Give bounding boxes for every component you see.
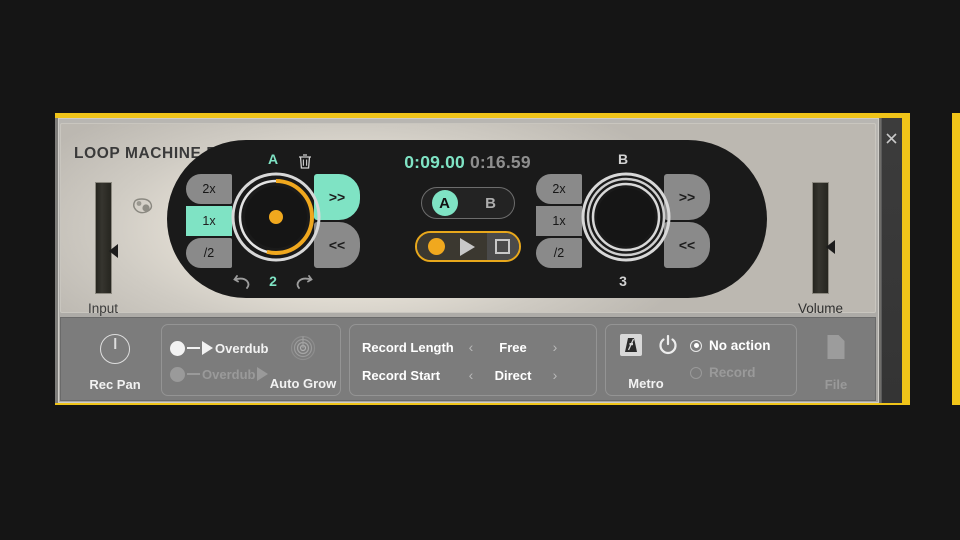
record-length-row: Record Length ‹ Free ›	[362, 333, 586, 361]
metro-radio-group: No action Record	[690, 332, 771, 386]
volume-fader-thumb[interactable]	[826, 240, 836, 255]
loop-wheel-b-label: B	[617, 151, 629, 167]
metro-label: Metro	[628, 376, 664, 391]
power-icon[interactable]	[656, 333, 680, 357]
overdub-label-2: Overdub	[202, 366, 256, 382]
metro-option-record[interactable]: Record	[690, 359, 771, 386]
stop-button[interactable]	[495, 239, 511, 254]
input-fader[interactable]: Input	[88, 182, 118, 316]
metro-section: Metro No action Record	[605, 324, 797, 396]
record-length-label: Record Length	[362, 339, 454, 355]
overdub-group: Overdub Overdub Auto Grow	[161, 324, 341, 396]
input-fader-track[interactable]	[94, 182, 118, 294]
target-icon[interactable]	[290, 335, 316, 361]
loop-count-a: 2	[269, 273, 277, 289]
link-icon[interactable]	[131, 196, 155, 216]
overdub-section: Overdub Overdub Auto Grow	[161, 324, 341, 396]
rec-pan-section[interactable]: Rec Pan	[77, 324, 153, 396]
loop-wheel-a-footer: 2	[179, 273, 367, 289]
transport-right-group	[487, 233, 519, 260]
bottom-control-bar: Rec Pan Overdub Overdub Auto Grow Record…	[60, 317, 876, 401]
loop-count-b: 3	[619, 273, 627, 289]
jog-dial-b[interactable]	[578, 169, 674, 265]
overdub-arrow-1	[202, 341, 213, 355]
input-fader-label: Input	[88, 301, 119, 316]
record-start-label: Record Start	[362, 367, 441, 383]
ratio-2x-b[interactable]: 2x	[535, 173, 583, 205]
radio-no-action[interactable]	[690, 339, 702, 352]
plugin-side-strip	[881, 118, 902, 403]
ab-toggle[interactable]: A B	[420, 187, 515, 219]
trash-icon[interactable]	[297, 153, 313, 170]
loop-console: A 2x 1x /2 >> << 2 0:09.00 0:16.59 A B B…	[167, 140, 767, 298]
transport-left-group	[416, 233, 488, 260]
record-start-row: Record Start ‹ Direct ›	[362, 361, 586, 389]
ab-option-a[interactable]: A	[422, 188, 468, 218]
ratio-1x-b[interactable]: 1x	[535, 205, 583, 237]
ratio-1x-a[interactable]: 1x	[185, 205, 233, 237]
ratio-half-b[interactable]: /2	[535, 237, 583, 269]
record-start-prev[interactable]: ‹	[460, 367, 482, 383]
overdub-row-1[interactable]: Overdub	[170, 335, 268, 361]
record-length-prev[interactable]: ‹	[460, 339, 482, 355]
radio-record[interactable]	[690, 366, 702, 379]
ab-option-a-label: A	[431, 190, 458, 216]
close-icon[interactable]	[883, 128, 900, 148]
loop-wheel-a-ratios[interactable]: 2x 1x /2	[185, 173, 233, 269]
record-settings-group: Record Length ‹ Free › Record Start ‹ Di…	[349, 324, 597, 396]
undo-icon[interactable]	[233, 274, 251, 289]
loop-wheel-b-footer: 3	[529, 273, 717, 289]
record-start-value[interactable]: Direct	[482, 368, 544, 383]
file-label: File	[824, 377, 848, 392]
input-fader-thumb[interactable]	[108, 243, 118, 258]
file-icon[interactable]	[826, 334, 847, 360]
ratio-2x-a[interactable]: 2x	[185, 173, 233, 205]
metro-option-no-action-label: No action	[709, 338, 771, 353]
ab-option-b-label: B	[485, 194, 496, 212]
overdub-dot-2	[170, 366, 185, 382]
loop-wheel-b[interactable]: B 2x 1x /2 >> << 3	[529, 151, 717, 289]
jog-dial-a[interactable]	[228, 169, 324, 265]
record-length-value[interactable]: Free	[482, 340, 544, 355]
record-settings-section: Record Length ‹ Free › Record Start ‹ Di…	[349, 324, 597, 396]
metronome-icon[interactable]	[620, 334, 642, 356]
ratio-half-a[interactable]: /2	[185, 237, 233, 269]
redo-icon[interactable]	[295, 274, 313, 289]
app-root: LOOP MACHINE PRO Input Volume A 2x 1x /2…	[0, 0, 960, 540]
metro-option-no-action[interactable]: No action	[690, 332, 771, 359]
rec-pan-knob[interactable]	[100, 334, 130, 364]
overdub-row-2[interactable]: Overdub	[170, 361, 269, 387]
overdub-line-2	[187, 373, 200, 375]
record-length-next[interactable]: ›	[544, 339, 566, 355]
overdub-dot-1	[170, 340, 185, 356]
record-button[interactable]	[428, 238, 446, 255]
loop-wheel-a-label: A	[267, 151, 279, 167]
overdub-rows: Overdub Overdub	[170, 335, 269, 387]
loop-wheel-a[interactable]: A 2x 1x /2 >> << 2	[179, 151, 367, 289]
current-time: 0:09.00	[404, 152, 465, 172]
auto-grow-label: Auto Grow	[269, 376, 337, 391]
play-button[interactable]	[460, 237, 476, 256]
overdub-line-1	[187, 347, 200, 349]
ab-option-b[interactable]: B	[468, 188, 514, 218]
volume-fader-label: Volume	[798, 301, 844, 316]
loop-wheel-b-ratios[interactable]: 2x 1x /2	[535, 173, 583, 269]
metro-group: Metro No action Record	[605, 324, 797, 396]
rec-pan-label: Rec Pan	[89, 377, 141, 392]
overdub-label-1: Overdub	[215, 340, 269, 356]
record-settings-rows: Record Length ‹ Free › Record Start ‹ Di…	[362, 333, 586, 389]
metro-option-record-label: Record	[709, 365, 756, 380]
volume-fader[interactable]: Volume	[798, 182, 843, 316]
file-section[interactable]: File	[807, 324, 865, 396]
plugin-frame-accent-right	[952, 113, 960, 405]
transport-controls[interactable]	[414, 231, 521, 262]
volume-fader-track[interactable]	[812, 182, 836, 294]
record-start-next[interactable]: ›	[544, 367, 566, 383]
total-time: 0:16.59	[470, 152, 531, 172]
